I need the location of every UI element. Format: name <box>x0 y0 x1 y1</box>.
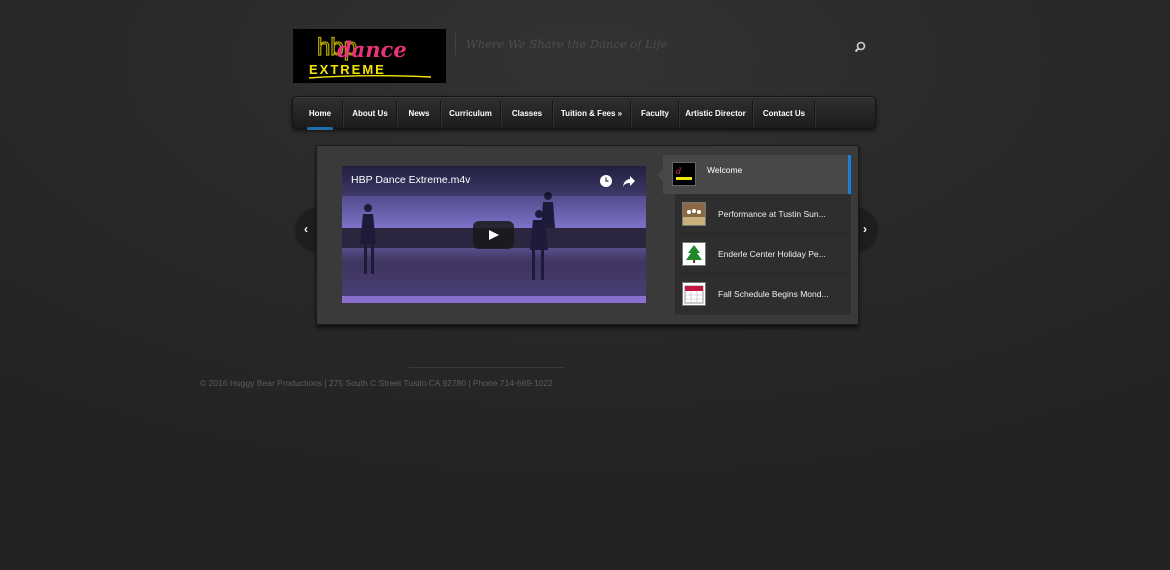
tagline-divider <box>455 33 456 55</box>
nav-item-curriculum[interactable]: Curriculum <box>442 97 499 128</box>
calendar-icon <box>682 282 706 306</box>
nav-item-tuition-fees[interactable]: Tuition & Fees » <box>554 97 629 128</box>
active-item-bar <box>848 155 851 194</box>
play-button[interactable] <box>473 221 514 249</box>
slider-item-performance[interactable]: Performance at Tustin Sun... <box>675 195 851 234</box>
slider-item-welcome[interactable]: d Welcome <box>657 155 851 194</box>
chevron-left-icon: ‹ <box>304 222 308 236</box>
chevron-right-icon: › <box>863 222 867 236</box>
slider-item-label: Enderle Center Holiday Pe... <box>718 249 826 259</box>
watch-later-icon[interactable] <box>599 174 613 188</box>
search-icon[interactable] <box>853 40 867 54</box>
nav-item-classes[interactable]: Classes <box>502 97 552 128</box>
svg-text:d: d <box>676 167 681 176</box>
slider-item-holiday[interactable]: Enderle Center Holiday Pe... <box>675 235 851 274</box>
nav-item-news[interactable]: News <box>398 97 440 128</box>
site-logo[interactable]: hbp dance EXTREME <box>293 29 446 83</box>
slider-prev-button[interactable]: ‹ <box>296 209 318 251</box>
logo-text-bottom: EXTREME <box>309 62 386 77</box>
video-title: HBP Dance Extreme.m4v <box>351 174 471 186</box>
nav-item-artistic-director[interactable]: Artistic Director <box>680 97 751 128</box>
performance-thumb-icon <box>682 202 706 226</box>
share-icon[interactable] <box>622 174 636 188</box>
christmas-tree-icon <box>682 242 706 266</box>
logo-thumb-icon: d <box>672 162 696 186</box>
footer-text: © 2016 Huggy Bear Productions | 275 Sout… <box>200 378 553 388</box>
footer-divider <box>409 367 565 368</box>
nav-item-home[interactable]: Home <box>299 97 341 128</box>
video-player[interactable]: HBP Dance Extreme.m4v <box>342 166 646 303</box>
nav-item-faculty[interactable]: Faculty <box>632 97 678 128</box>
logo-text-script: dance <box>337 37 407 62</box>
nav-item-about-us[interactable]: About Us <box>344 97 396 128</box>
nav-item-contact-us[interactable]: Contact Us <box>754 97 814 128</box>
site-tagline: Where We Share the Dance of Life <box>466 37 668 51</box>
slider-item-label: Performance at Tustin Sun... <box>718 209 826 219</box>
slider-item-label: Fall Schedule Begins Mond... <box>718 289 829 299</box>
main-nav: Home About Us News Curriculum Classes Tu… <box>292 96 876 129</box>
play-icon <box>489 230 499 240</box>
slider-item-fall-schedule[interactable]: Fall Schedule Begins Mond... <box>675 275 851 314</box>
slider-item-label: Welcome <box>707 165 743 175</box>
nav-active-indicator <box>307 127 333 130</box>
